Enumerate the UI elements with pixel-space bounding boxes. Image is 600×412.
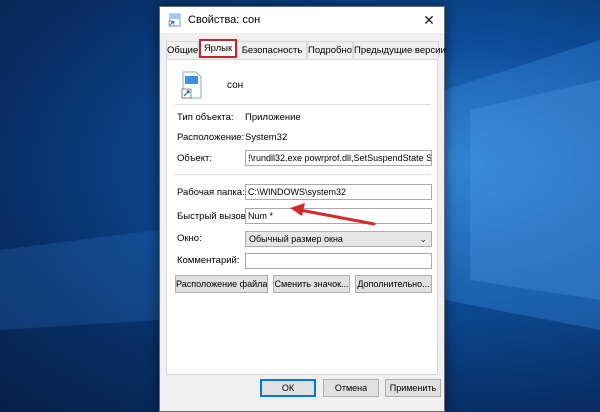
shortcut-name: сон: [227, 80, 244, 91]
shortcut-icon: [181, 71, 202, 99]
chevron-down-icon: ⌄: [419, 234, 427, 244]
cancel-button[interactable]: Отмена: [323, 379, 379, 397]
tab-general[interactable]: Общие: [166, 41, 199, 58]
workdir-field[interactable]: C:\WINDOWS\system32: [245, 184, 432, 200]
tab-shortcut[interactable]: Ярлык: [199, 39, 237, 58]
dialog-footer: ОК Отмена Применить: [160, 379, 444, 401]
workdir-label: Рабочая папка:: [177, 187, 245, 198]
location-label: Расположение:: [177, 132, 245, 143]
tab-security[interactable]: Безопасность: [237, 41, 307, 58]
shortcut-panel: сон Тип объекта: Приложение Расположение…: [166, 59, 438, 375]
window-mode-label: Окно:: [177, 233, 202, 244]
location-value: System32: [245, 132, 288, 143]
open-file-location-button[interactable]: Расположение файла: [175, 275, 268, 293]
divider: [175, 174, 431, 175]
advanced-button[interactable]: Дополнительно...: [355, 275, 432, 293]
object-type-label: Тип объекта:: [177, 112, 234, 123]
tab-previous-versions[interactable]: Предыдущие версии: [353, 41, 446, 58]
ok-button[interactable]: ОК: [260, 379, 316, 397]
window-mode-select[interactable]: Обычный размер окна ⌄: [245, 231, 432, 247]
window-title: Свойства: сон: [188, 14, 261, 26]
object-type-value: Приложение: [245, 112, 301, 123]
target-field[interactable]: !\rundll32.exe powrprof.dll,SetSuspendSt…: [245, 150, 432, 166]
hotkey-label: Быстрый вызов:: [177, 211, 249, 222]
change-icon-button[interactable]: Сменить значок...: [273, 275, 350, 293]
close-icon[interactable]: ✕: [414, 7, 444, 33]
comment-label: Комментарий:: [177, 255, 240, 266]
tab-details[interactable]: Подробно: [307, 41, 353, 58]
hotkey-field[interactable]: Num *: [245, 208, 432, 224]
properties-dialog: Свойства: сон ✕ Общие Ярлык Безопасность…: [159, 6, 446, 412]
target-label: Объект:: [177, 153, 212, 164]
divider: [175, 104, 431, 105]
comment-field[interactable]: [245, 253, 432, 269]
shortcut-icon: [168, 13, 181, 27]
apply-button[interactable]: Применить: [385, 379, 441, 397]
window-mode-value: Обычный размер окна: [249, 234, 343, 244]
title-bar: Свойства: сон ✕: [160, 7, 444, 33]
